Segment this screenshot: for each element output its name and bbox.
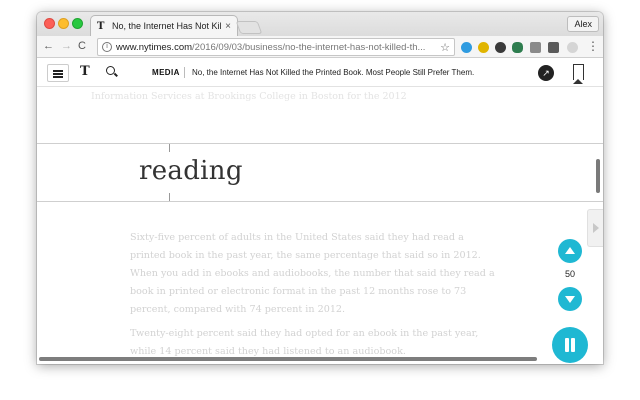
browser-tab[interactable]: T No, the Internet Has Not Killed × [90,15,238,36]
focus-rule-bottom [37,201,603,202]
divider [184,67,185,78]
back-button[interactable]: ← [43,40,54,53]
extension-icon[interactable] [461,42,472,53]
article-headline: No, the Internet Has Not Killed the Prin… [192,68,475,77]
forward-button[interactable]: → [61,40,72,53]
speed-value: 50 [564,269,575,279]
extension-icon[interactable] [530,42,541,53]
close-window-button[interactable] [44,18,55,29]
browser-toolbar: ← → C i www.nytimes.com/2016/09/03/busin… [37,36,603,58]
faded-paragraph: Twenty-eight percent said they had opted… [130,328,479,357]
horizontal-scrollbar[interactable] [39,357,537,361]
nyt-favicon-icon: T [97,20,105,32]
new-tab-button[interactable] [235,21,263,34]
tab-title: No, the Internet Has Not Killed [112,21,222,31]
extension-icon[interactable] [567,42,578,53]
profile-button[interactable]: Alex [567,16,599,32]
share-icon[interactable]: ↗ [538,65,554,81]
focus-marker-top [169,144,170,152]
reload-button[interactable]: C [78,40,86,53]
minimize-window-button[interactable] [58,18,69,29]
tab-close-icon[interactable]: × [225,21,231,32]
vertical-scrollbar[interactable] [596,159,600,193]
speed-up-button[interactable] [558,239,582,263]
page-content: T MEDIA No, the Internet Has Not Killed … [37,59,603,364]
focus-word: reading [139,156,243,186]
focus-marker-bottom [169,193,170,201]
bookmark-icon[interactable] [573,64,584,84]
search-icon[interactable] [106,66,115,75]
browser-window: T No, the Internet Has Not Killed × Alex… [37,12,603,364]
side-panel-toggle-icon[interactable] [587,209,603,247]
maximize-window-button[interactable] [72,18,83,29]
bookmark-star-icon[interactable]: ☆ [440,41,450,54]
extension-icon[interactable] [512,42,523,53]
focus-rule-top [37,143,603,144]
url-text[interactable]: www.nytimes.com/2016/09/03/business/no-t… [116,42,437,53]
title-bar: T No, the Internet Has Not Killed × Alex [37,12,603,36]
nyt-header: T MEDIA No, the Internet Has Not Killed … [37,59,603,87]
browser-menu-icon[interactable]: ⋮ [587,39,599,53]
speed-down-button[interactable] [558,287,582,311]
menu-icon[interactable] [47,64,69,82]
extension-icon[interactable] [548,42,559,53]
extension-icon[interactable] [495,42,506,53]
faded-text-line: Information Services at Brookings Colleg… [91,91,407,102]
section-label[interactable]: MEDIA [152,68,180,77]
nyt-logo[interactable]: T [80,64,90,79]
address-bar[interactable]: i www.nytimes.com/2016/09/03/business/no… [97,38,455,56]
info-icon[interactable]: i [102,42,112,52]
faded-paragraph: Sixty-five percent of adults in the Unit… [130,232,495,315]
extension-icon[interactable] [478,42,489,53]
pause-button[interactable] [552,327,588,363]
